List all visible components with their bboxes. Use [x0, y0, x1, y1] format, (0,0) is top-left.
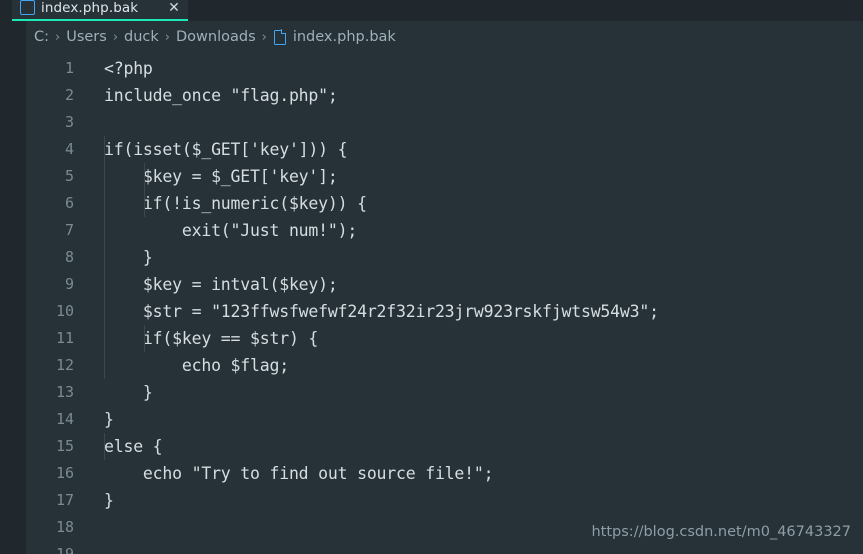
- editor-tab-label: index.php.bak: [41, 0, 139, 16]
- line-number: 10: [55, 302, 74, 320]
- code-line[interactable]: 15 else {: [26, 433, 863, 460]
- code-text: if($key == $str) {: [104, 329, 319, 348]
- code-line[interactable]: 11 if($key == $str) {: [26, 325, 863, 352]
- file-icon: [20, 0, 35, 15]
- line-number: 15: [55, 437, 74, 455]
- code-text: echo "Try to find out source file!";: [104, 464, 494, 483]
- code-text: $key = intval($key);: [104, 275, 338, 294]
- breadcrumb: C: › Users › duck › Downloads › index.ph…: [26, 21, 863, 53]
- line-number: 6: [64, 194, 74, 212]
- indent-guide: [104, 244, 105, 379]
- close-icon[interactable]: ✕: [166, 1, 182, 15]
- code-line[interactable]: 6 if(!is_numeric($key)) {: [26, 190, 863, 217]
- activity-bar-strip: [0, 0, 26, 554]
- code-text: <?php: [104, 59, 153, 78]
- line-number: 8: [64, 248, 74, 266]
- editor-tab-bar: index.php.bak ✕: [0, 0, 863, 21]
- chevron-right-icon: ›: [261, 29, 267, 45]
- code-line[interactable]: 2 include_once "flag.php";: [26, 82, 863, 109]
- code-text: if(isset($_GET['key'])) {: [104, 140, 348, 159]
- line-number: 18: [55, 518, 74, 536]
- line-number: 7: [64, 221, 74, 239]
- code-line[interactable]: 9 $key = intval($key);: [26, 271, 863, 298]
- file-icon: [273, 28, 287, 45]
- editor-tab-index-php-bak[interactable]: index.php.bak ✕: [12, 0, 188, 21]
- breadcrumb-item-duck[interactable]: duck: [124, 29, 159, 45]
- line-number: 5: [64, 167, 74, 185]
- code-line[interactable]: 17}: [26, 487, 863, 514]
- line-number: 13: [55, 383, 74, 401]
- line-number: 3: [64, 113, 74, 131]
- line-number: 16: [55, 464, 74, 482]
- code-line[interactable]: 16 echo "Try to find out source file!";: [26, 460, 863, 487]
- chevron-right-icon: ›: [164, 29, 170, 45]
- breadcrumb-item-file[interactable]: index.php.bak: [293, 29, 396, 45]
- line-number: 1: [64, 59, 74, 77]
- breadcrumb-item-users[interactable]: Users: [66, 29, 107, 45]
- code-text: }: [104, 410, 114, 429]
- code-line[interactable]: 3: [26, 109, 863, 136]
- code-text: }: [104, 491, 114, 510]
- line-number: 17: [55, 491, 74, 509]
- code-text: $str = "123ffwsfwefwf24r2f32ir23jrw923rs…: [104, 302, 659, 321]
- code-line[interactable]: 14}: [26, 406, 863, 433]
- code-line[interactable]: 1 <?php: [26, 55, 863, 82]
- vscode-window: index.php.bak ✕ C: › Users › duck › Down…: [0, 0, 863, 554]
- code-line[interactable]: 5 $key = $_GET['key'];: [26, 163, 863, 190]
- code-text: echo $flag;: [104, 356, 289, 375]
- indent-guide: [104, 136, 105, 244]
- breadcrumb-item-downloads[interactable]: Downloads: [176, 29, 256, 45]
- chevron-right-icon: ›: [55, 29, 61, 45]
- line-number: 9: [64, 275, 74, 293]
- code-line[interactable]: 10 $str = "123ffwsfwefwf24r2f32ir23jrw92…: [26, 298, 863, 325]
- code-text: }: [104, 383, 153, 402]
- line-number: 12: [55, 356, 74, 374]
- code-text: exit("Just num!");: [104, 221, 358, 240]
- line-number: 4: [64, 140, 74, 158]
- code-text: }: [104, 248, 153, 267]
- code-line[interactable]: 7 exit("Just num!");: [26, 217, 863, 244]
- chevron-right-icon: ›: [112, 29, 119, 45]
- code-line[interactable]: 4 if(isset($_GET['key'])) {: [26, 136, 863, 163]
- code-line[interactable]: 12 echo $flag;: [26, 352, 863, 379]
- code-text: include_once "flag.php";: [104, 86, 338, 105]
- code-lines: 1 <?php 2 include_once "flag.php"; 3 4 if(isse…: [26, 53, 863, 554]
- line-number: 11: [55, 329, 74, 347]
- breadcrumb-item-drive[interactable]: C:: [34, 29, 49, 45]
- line-number: 14: [55, 410, 74, 428]
- code-line[interactable]: 13 }: [26, 379, 863, 406]
- code-line[interactable]: 19: [26, 541, 863, 554]
- code-editor[interactable]: 1 <?php 2 include_once "flag.php"; 3 4 if(isse…: [26, 53, 863, 554]
- indent-guide: [104, 433, 105, 460]
- line-number: 19: [55, 545, 74, 554]
- indent-guide: [143, 163, 145, 217]
- line-number: 2: [64, 86, 74, 104]
- code-text: else {: [104, 437, 163, 456]
- watermark: https://blog.csdn.net/m0_46743327: [591, 524, 851, 540]
- indent-guide: [143, 325, 145, 352]
- code-text: $key = $_GET['key'];: [104, 167, 338, 186]
- code-line[interactable]: 8 }: [26, 244, 863, 271]
